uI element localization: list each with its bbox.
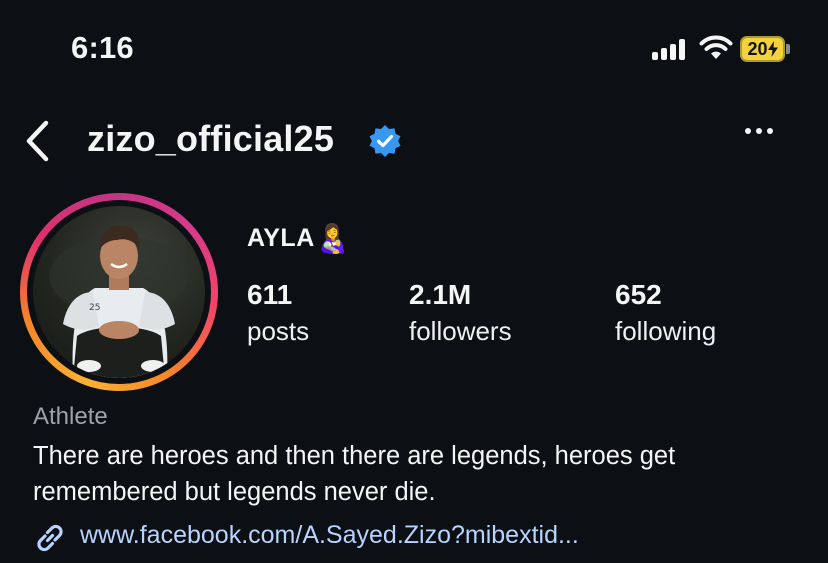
avatar-photo: 25 [49, 225, 189, 378]
profile-bio: There are heroes and then there are lege… [33, 442, 676, 506]
svg-text:25: 25 [89, 303, 100, 313]
more-options-icon[interactable] [745, 128, 773, 134]
following-label[interactable]: following [615, 316, 716, 347]
battery-cap [786, 44, 790, 54]
verified-badge-icon [369, 125, 401, 157]
posts-count[interactable]: 611 [247, 279, 292, 311]
display-name-emoji: 👩‍🍼 [315, 223, 352, 254]
battery-level: 20 [747, 38, 768, 59]
followers-count[interactable]: 2.1M [409, 279, 471, 311]
profile-link[interactable]: www.facebook.com/A.Sayed.Zizo?mibextid..… [80, 521, 579, 550]
charging-bolt-icon [767, 41, 778, 57]
profile-avatar[interactable]: 25 [33, 206, 205, 378]
wifi-icon [699, 35, 733, 59]
followers-label[interactable]: followers [409, 316, 512, 347]
cellular-signal-icon [652, 38, 685, 60]
display-name-text: AYLA [247, 224, 315, 252]
status-time: 6:16 [71, 30, 134, 65]
link-icon [37, 524, 63, 552]
profile-username: zizo_official25 [87, 118, 335, 159]
posts-label[interactable]: posts [247, 316, 309, 347]
display-name: AYLA 👩‍🍼 [247, 222, 351, 255]
chevron-left-icon[interactable] [24, 120, 50, 162]
following-count[interactable]: 652 [615, 279, 662, 311]
battery-indicator: 20 [740, 36, 785, 62]
profile-category: Athlete [33, 403, 108, 430]
